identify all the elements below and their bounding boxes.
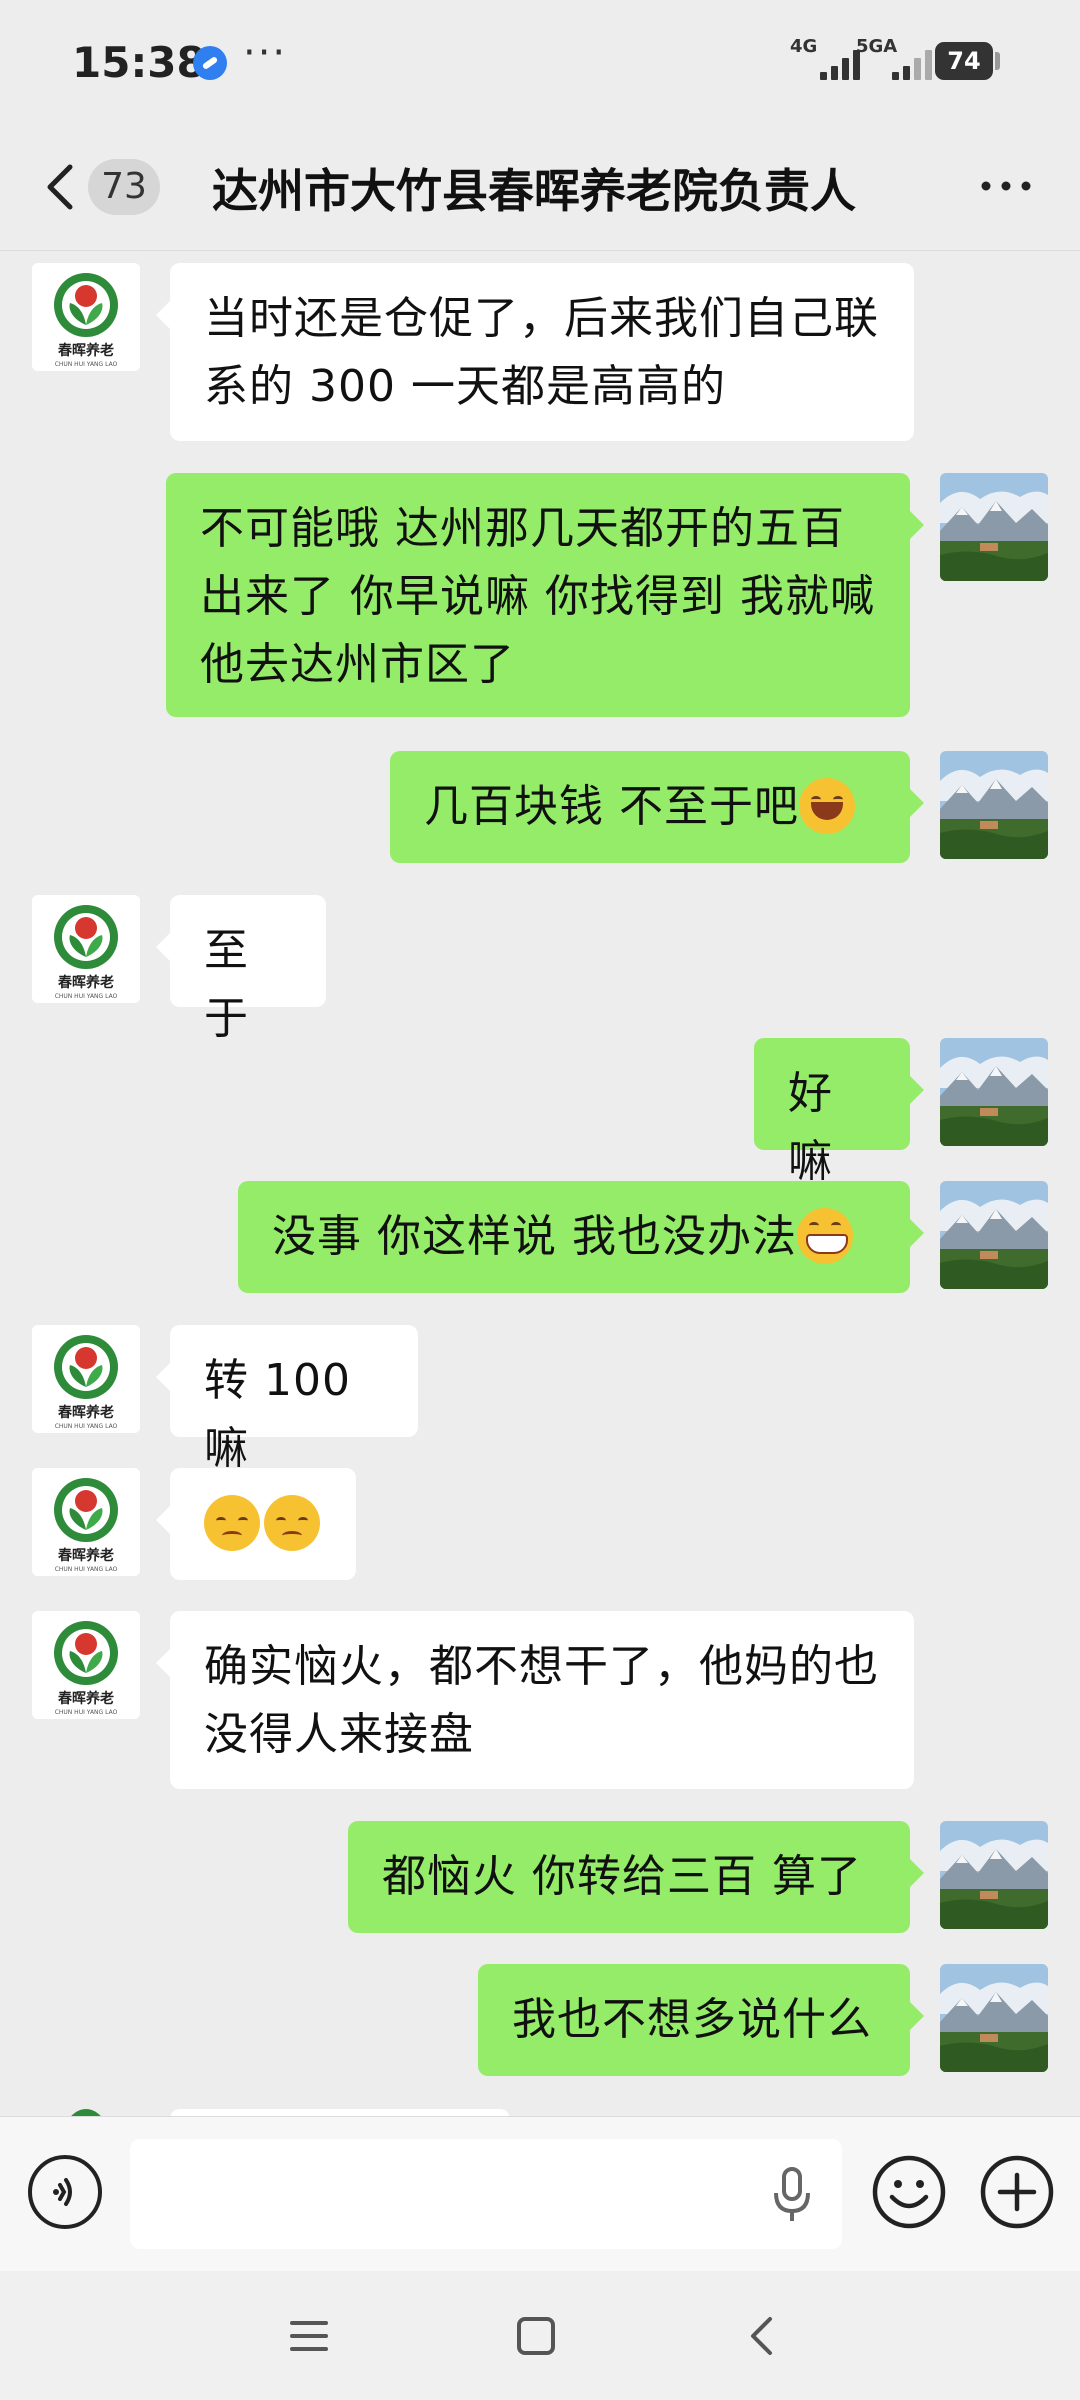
svg-text:春晖养老: 春晖养老 — [57, 1690, 114, 1707]
more-icon[interactable] — [976, 161, 1036, 211]
svg-text:CHUN HUI YANG LAO: CHUN HUI YANG LAO — [55, 361, 118, 368]
user-avatar[interactable] — [940, 751, 1048, 859]
nav-back-icon[interactable] — [738, 2311, 788, 2361]
user-avatar[interactable] — [940, 1821, 1048, 1929]
message-bubble-sent[interactable]: 没事 你这样说 我也没办法 — [238, 1181, 924, 1293]
mountain-landscape-avatar — [940, 473, 1048, 581]
mountain-landscape-avatar — [940, 1821, 1048, 1929]
message-list[interactable]: 春晖养老 CHUN HUI YANG LAO 当时还是仓促了，后来我们自己联系的… — [0, 251, 1080, 2116]
message-bubble-received[interactable]: 当时还是仓促了，后来我们自己联系的 300 一天都是高高的 — [156, 263, 914, 441]
mountain-landscape-avatar — [940, 1038, 1048, 1146]
user-avatar[interactable] — [940, 1181, 1048, 1289]
status-bar: 15:38 ··· 4G 5GA 74 — [0, 0, 1080, 125]
message-bubble-sent[interactable]: 我也不想多说什么 — [478, 1964, 924, 2076]
chunhui-logo-icon: 春晖养老 CHUN HUI YANG LAO — [32, 1611, 140, 1719]
message-bubble-received[interactable] — [156, 1468, 356, 1580]
status-time: 15:38 — [72, 38, 206, 87]
pensive-emoji — [204, 1495, 260, 1551]
svg-text:春晖养老: 春晖养老 — [57, 1404, 114, 1421]
plus-icon[interactable] — [978, 2153, 1056, 2231]
contact-avatar-partial — [56, 2109, 116, 2116]
chunhui-logo-icon: 春晖养老 CHUN HUI YANG LAO — [32, 1468, 140, 1576]
contact-avatar[interactable]: 春晖养老 CHUN HUI YANG LAO — [32, 263, 140, 371]
chat-header: 73 达州市大竹县春晖养老院负责人 — [0, 125, 1080, 251]
chunhui-logo-icon: 春晖养老 CHUN HUI YANG LAO — [32, 1325, 140, 1433]
contact-avatar[interactable]: 春晖养老 CHUN HUI YANG LAO — [32, 895, 140, 1003]
message-bubble-received[interactable]: 转 100 嘛 — [156, 1325, 418, 1474]
battery-icon: 74 — [935, 42, 993, 80]
message-bubble-sent[interactable]: 好嘛 — [754, 1038, 924, 1187]
input-bar — [0, 2116, 1080, 2272]
svg-text:春晖养老: 春晖养老 — [57, 974, 114, 991]
message-bubble-partial — [170, 2109, 510, 2116]
user-avatar[interactable] — [940, 1964, 1048, 2072]
chat-title: 达州市大竹县春晖养老院负责人 — [212, 164, 856, 218]
mountain-landscape-avatar — [940, 1964, 1048, 2072]
message-bubble-received[interactable]: 至于 — [156, 895, 326, 1044]
user-avatar[interactable] — [940, 473, 1048, 581]
mountain-landscape-avatar — [940, 751, 1048, 859]
message-bubble-sent[interactable]: 不可能哦 达州那几天都开的五百出来了 你早说嘛 你找得到 我就喊他去达州市区了 — [166, 473, 924, 717]
signal-5ga-icon — [856, 44, 932, 80]
message-text: 没事 你这样说 我也没办法 — [272, 1211, 797, 1262]
message-bubble-sent[interactable]: 都恼火 你转给三百 算了 — [348, 1821, 924, 1933]
grin-emoji — [796, 1208, 853, 1264]
contact-avatar[interactable]: 春晖养老 CHUN HUI YANG LAO — [32, 1325, 140, 1433]
home-icon[interactable] — [511, 2311, 561, 2361]
message-input[interactable] — [130, 2139, 842, 2249]
chunhui-logo-icon: 春晖养老 CHUN HUI YANG LAO — [32, 895, 140, 1003]
voice-icon[interactable] — [28, 2155, 102, 2229]
system-nav-bar — [0, 2271, 1080, 2400]
svg-text:春晖养老: 春晖养老 — [57, 1547, 114, 1564]
svg-text:CHUN HUI YANG LAO: CHUN HUI YANG LAO — [55, 1423, 118, 1430]
svg-text:CHUN HUI YANG LAO: CHUN HUI YANG LAO — [55, 993, 118, 1000]
mic-icon[interactable] — [770, 2165, 814, 2225]
notification-app-icon — [193, 46, 227, 80]
svg-text:春晖养老: 春晖养老 — [57, 342, 114, 359]
menu-icon[interactable] — [284, 2311, 334, 2361]
mountain-landscape-avatar — [940, 1181, 1048, 1289]
svg-text:CHUN HUI YANG LAO: CHUN HUI YANG LAO — [55, 1709, 118, 1716]
contact-avatar[interactable]: 春晖养老 CHUN HUI YANG LAO — [32, 1611, 140, 1719]
back-icon[interactable] — [36, 157, 86, 217]
signal-4g-icon — [790, 44, 860, 80]
contact-avatar[interactable]: 春晖养老 CHUN HUI YANG LAO — [32, 1468, 140, 1576]
chunhui-logo-icon: 春晖养老 CHUN HUI YANG LAO — [32, 263, 140, 371]
battery-tip — [995, 52, 1000, 70]
user-avatar[interactable] — [940, 1038, 1048, 1146]
message-bubble-sent[interactable]: 几百块钱 不至于吧 — [390, 751, 924, 863]
message-text: 几百块钱 不至于吧 — [424, 781, 799, 832]
laugh-cry-emoji — [799, 778, 855, 834]
notification-more-icon: ··· — [243, 30, 288, 76]
message-bubble-received[interactable]: 确实恼火，都不想干了，他妈的也没得人来接盘 — [156, 1611, 914, 1789]
emoji-icon[interactable] — [870, 2153, 948, 2231]
svg-text:CHUN HUI YANG LAO: CHUN HUI YANG LAO — [55, 1566, 118, 1573]
unread-count-badge[interactable]: 73 — [88, 159, 160, 215]
pensive-emoji — [264, 1495, 320, 1551]
